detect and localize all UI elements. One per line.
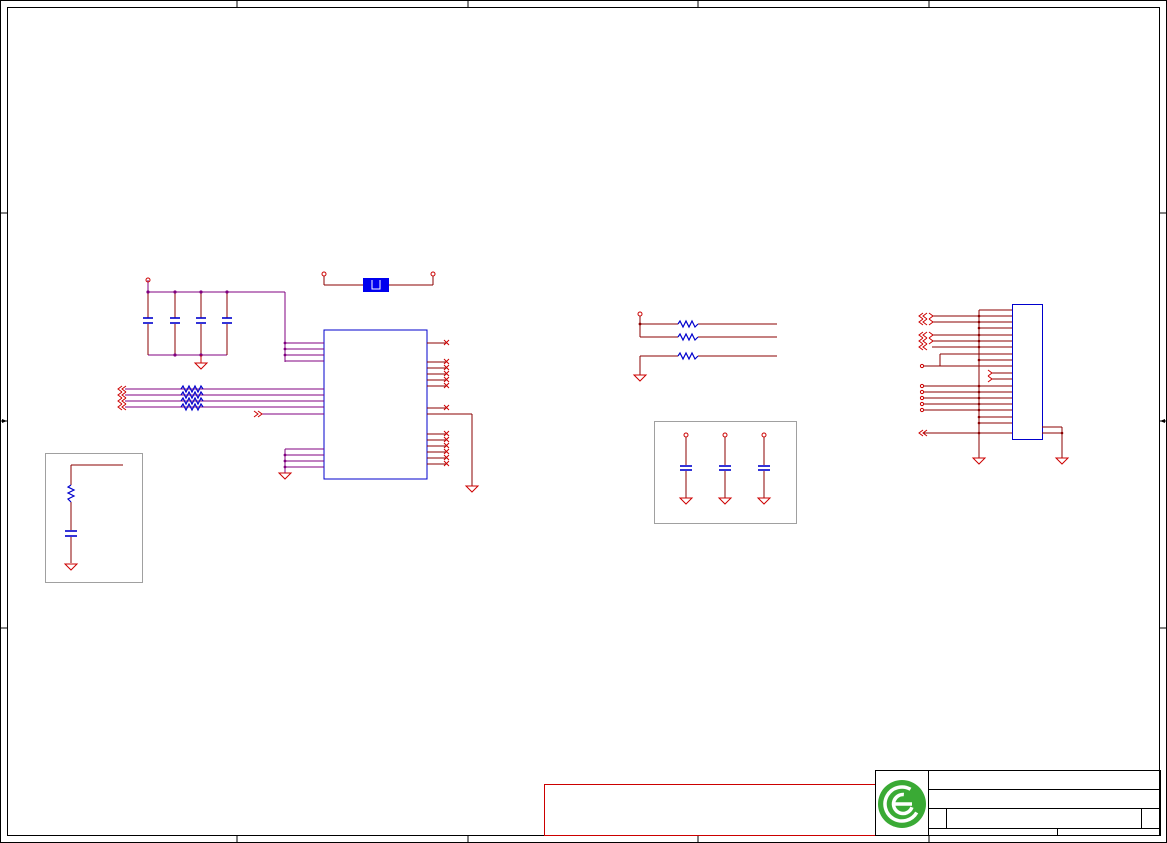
pullup-resistor-network — [632, 311, 777, 382]
ground-icon — [63, 563, 79, 571]
connector-header — [918, 304, 1070, 465]
power-port-icon — [321, 271, 327, 277]
port-arrow-icon — [918, 312, 993, 437]
schematic-sheet — [0, 0, 1167, 843]
capacitor-icon — [65, 530, 77, 537]
main-ic — [117, 329, 480, 493]
series-resistor-array — [180, 384, 204, 412]
resistor-icon — [66, 484, 76, 503]
ground-icon — [971, 457, 1070, 465]
power-port-icon — [683, 432, 689, 438]
notes-box — [544, 784, 876, 836]
ferrite-bead — [321, 271, 436, 292]
power-port-icon — [722, 432, 728, 438]
right-zone-arrow-icon — [1160, 419, 1165, 423]
decoupling-capacitor-bank — [143, 277, 286, 370]
ground-icon — [678, 497, 772, 505]
capacitor-group-box — [654, 421, 797, 524]
power-port-icon — [637, 311, 643, 317]
company-logo-icon — [878, 780, 926, 828]
power-port-icon — [761, 432, 767, 438]
ground-icon — [193, 355, 209, 370]
left-zone-arrow-icon — [2, 419, 7, 423]
rc-group-box — [45, 453, 143, 583]
ground-icon — [464, 485, 480, 493]
ground-icon — [632, 374, 648, 382]
sheet-frame — [0, 0, 1167, 843]
power-port-icon — [430, 271, 436, 277]
ground-icon — [277, 472, 293, 480]
no-connect-icon — [443, 339, 450, 467]
